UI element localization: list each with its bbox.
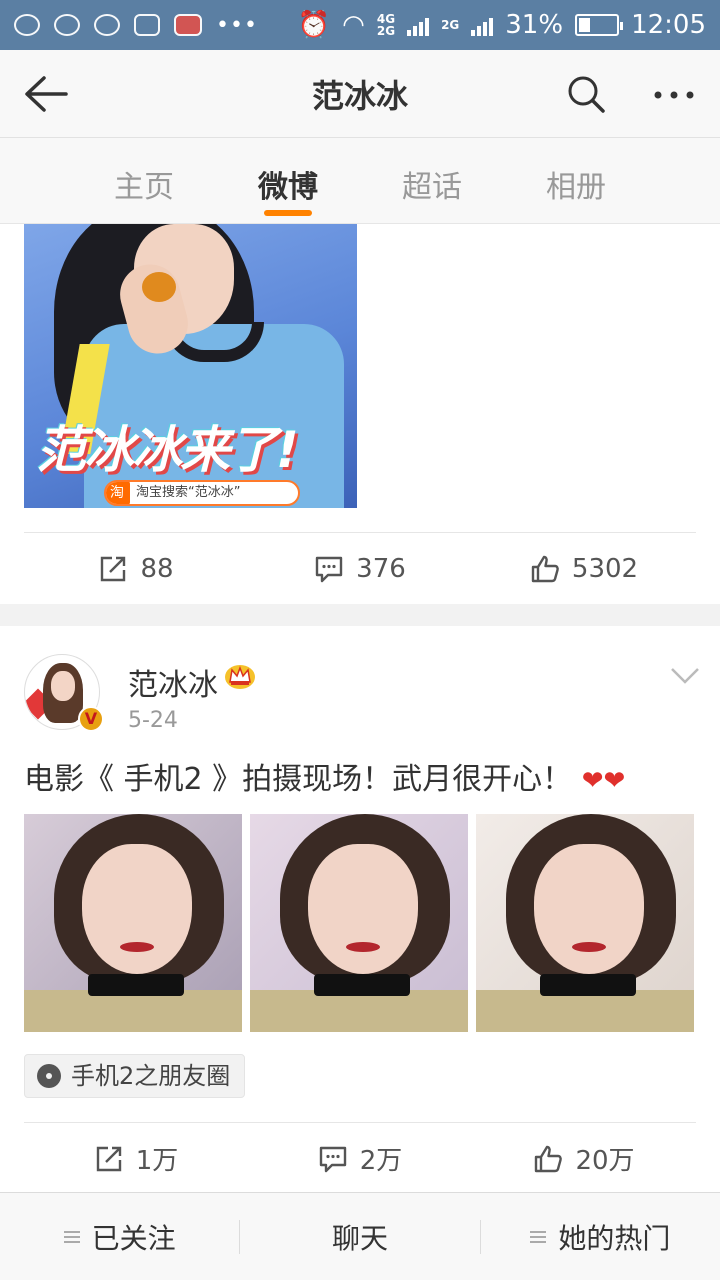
repost-count: 1万 [135, 1146, 179, 1176]
post-photo-3[interactable] [476, 814, 694, 1032]
thumbs-up-icon [535, 1145, 563, 1172]
film-reel-icon [37, 1064, 61, 1088]
tab-super-topic[interactable]: 超话 [372, 162, 492, 206]
chat-label: 聊天 [331, 1221, 388, 1255]
wifi-icon: ◠ [342, 10, 365, 40]
notification-icons: ••• [14, 13, 258, 38]
app-notification-icon [14, 14, 40, 36]
poster-headline: 范冰冰来了! [36, 421, 299, 479]
signal-icon [407, 14, 430, 36]
tab-home[interactable]: 主页 [84, 162, 204, 206]
post-photo-1[interactable] [24, 814, 242, 1032]
more-options-icon[interactable] [652, 80, 696, 110]
post-card: 范冰冰来了! 淘 淘宝搜索“范冰冰” 88 376 5302 [0, 224, 720, 604]
chat-button[interactable]: 聊天 [240, 1217, 479, 1257]
back-arrow-icon[interactable] [22, 74, 68, 114]
crown-icon [225, 665, 255, 689]
hot-posts-label: 她的热门 [558, 1221, 671, 1255]
heart-emoji: ❤❤ [581, 766, 626, 796]
poster-search-box: 淘 淘宝搜索“范冰冰” [104, 480, 300, 506]
repost-button[interactable]: 88 [24, 533, 248, 604]
like-count: 20万 [575, 1146, 635, 1176]
more-notifications-icon: ••• [216, 12, 258, 38]
battery-percent: 31% [505, 10, 564, 40]
comment-icon [319, 1146, 346, 1172]
toutiao-icon [174, 14, 202, 36]
keyboard-icon [134, 14, 160, 36]
repost-count: 88 [140, 553, 174, 584]
comment-button[interactable]: 2万 [248, 1123, 472, 1194]
active-tab-indicator [264, 210, 312, 216]
tab-weibo[interactable]: 微博 [228, 162, 348, 206]
alarm-icon: ⏰ [297, 10, 331, 40]
post-date: 5-24 [128, 708, 178, 733]
post-image[interactable]: 范冰冰来了! 淘 淘宝搜索“范冰冰” [24, 224, 357, 508]
thumbs-up-icon [531, 555, 559, 582]
clock: 12:05 [631, 10, 706, 40]
wechat-icon [54, 14, 80, 36]
network-type-secondary: 2G [441, 18, 460, 32]
post-author[interactable]: 范冰冰 [128, 660, 218, 704]
post-actions: 1万 2万 20万 [24, 1122, 696, 1194]
post-card: V 范冰冰 5-24 电影《 手机2 》拍摄现场！武月很开心！ ❤❤ 手机2之朋… [0, 626, 720, 1192]
follow-status-label: 已关注 [91, 1221, 176, 1255]
repost-icon [101, 556, 126, 581]
post-text: 电影《 手机2 》拍摄现场！武月很开心！ ❤❤ [24, 754, 625, 798]
search-icon[interactable] [566, 74, 606, 114]
like-button[interactable]: 20万 [472, 1123, 696, 1194]
comment-icon [315, 556, 343, 582]
post-body: 电影《 手机2 》拍摄现场！武月很开心！ [24, 762, 573, 797]
poster-search-text: 淘宝搜索“范冰冰” [136, 485, 241, 500]
tab-album[interactable]: 相册 [516, 162, 636, 206]
repost-icon [96, 1146, 121, 1171]
menu-icon [63, 1230, 80, 1243]
like-button[interactable]: 5302 [472, 533, 696, 604]
verified-badge-icon: V [78, 706, 104, 732]
post-photo-2[interactable] [250, 814, 468, 1032]
title-bar: 范冰冰 [0, 50, 720, 138]
comment-button[interactable]: 376 [248, 533, 472, 604]
battery-icon [575, 14, 624, 36]
her-hot-posts-button[interactable]: 她的热门 [481, 1217, 720, 1257]
network-type: 4G 2G [376, 12, 396, 38]
chevron-down-icon[interactable] [670, 666, 700, 686]
status-bar: ••• ⏰ ◠ 4G 2G 2G 31% 12:05 [0, 0, 720, 50]
profile-tabs: 主页 微博 超话 相册 [0, 138, 720, 224]
topic-tag[interactable]: 手机2之朋友圈 [24, 1054, 246, 1098]
like-count: 5302 [571, 553, 639, 584]
taobao-logo: 淘 [106, 482, 130, 504]
weibo-icon [94, 14, 120, 36]
repost-button[interactable]: 1万 [24, 1123, 248, 1194]
bottom-action-bar: 已关注 聊天 她的热门 [0, 1192, 720, 1280]
topic-label: 手机2之朋友圈 [71, 1062, 231, 1090]
comment-count: 2万 [359, 1146, 403, 1176]
follow-status-button[interactable]: 已关注 [0, 1217, 239, 1257]
menu-icon [530, 1230, 547, 1243]
comment-count: 376 [356, 553, 406, 584]
signal-icon-secondary [471, 14, 494, 36]
post-actions: 88 376 5302 [24, 532, 696, 604]
page-title: 范冰冰 [311, 76, 408, 115]
